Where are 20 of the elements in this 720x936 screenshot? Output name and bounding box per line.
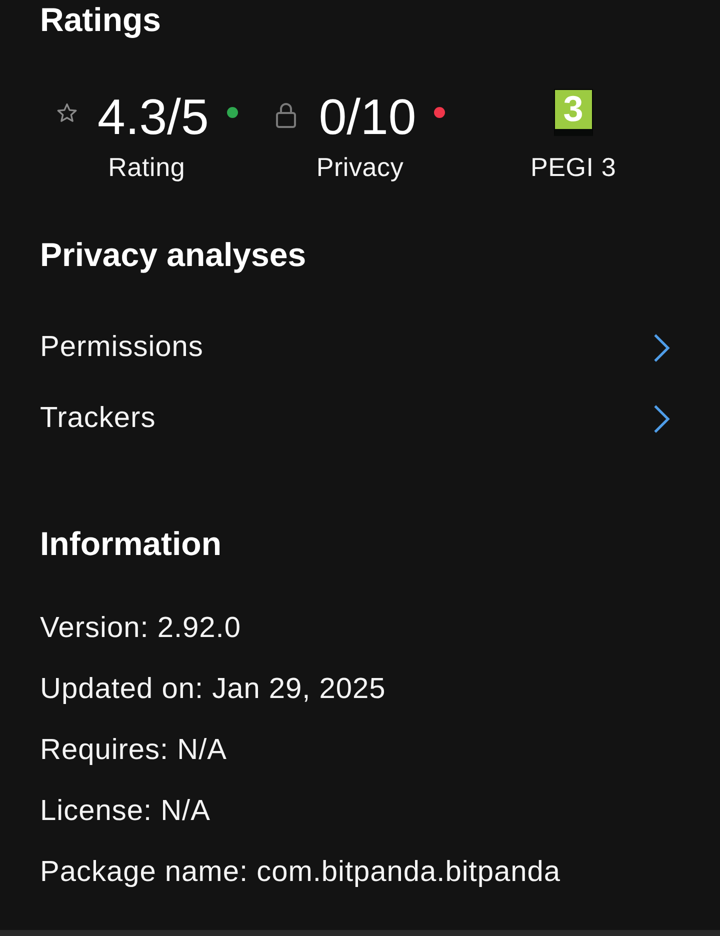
section-heading: Information: [40, 524, 222, 564]
info-text: Updated on: Jan 29, 2025: [40, 672, 386, 707]
lock-icon: [274, 102, 297, 128]
chevron-right-icon: [654, 404, 670, 433]
rating-label: Rating: [108, 152, 186, 183]
info-text: Version: 2.92.0: [40, 610, 241, 646]
info-text: License: N/A: [40, 794, 210, 829]
info-text: Package name: com.bitpanda.bitpanda: [40, 854, 561, 890]
star-icon: [56, 102, 78, 124]
nav-row[interactable]: Permissions: [40, 312, 680, 384]
chevron-right-icon: [654, 334, 670, 362]
score-value: 0/10: [318, 88, 416, 147]
nav-row[interactable]: Trackers: [40, 383, 680, 454]
rating-label: Privacy: [316, 152, 404, 183]
score-value: 4.3/5: [98, 88, 209, 147]
age-rating-badge: 3: [554, 88, 593, 136]
section-heading: Privacy analyses: [40, 234, 306, 274]
rating-label: PEGI 3: [530, 152, 616, 183]
info-text: Requires: N/A: [40, 732, 228, 768]
section-heading: Ratings: [40, 0, 162, 40]
